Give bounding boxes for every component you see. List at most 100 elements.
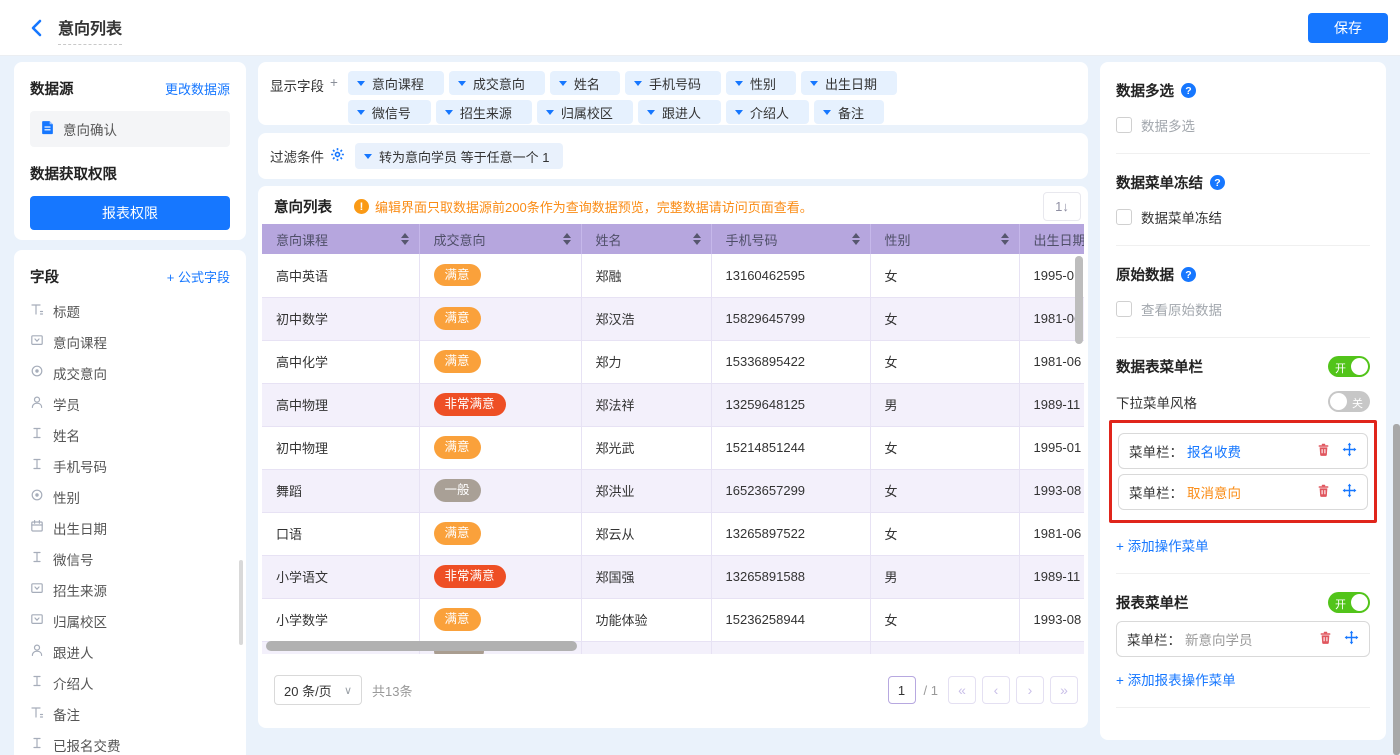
field-item-学员[interactable]: 学员 — [30, 388, 230, 419]
filter-condition-chip[interactable]: 转为意向学员 等于任意一个 1 — [355, 143, 564, 169]
field-item-备注[interactable]: 备注 — [30, 698, 230, 729]
field-item-出生日期[interactable]: 出生日期 — [30, 512, 230, 543]
field-item-已报名交费[interactable]: 已报名交费 — [30, 729, 230, 755]
table-cell: 13160462595 — [711, 254, 871, 298]
checkbox[interactable] — [1116, 301, 1132, 317]
vertical-scrollbar[interactable] — [1075, 256, 1083, 344]
raw-data-checkbox-row[interactable]: 查看原始数据 — [1116, 299, 1370, 319]
help-icon[interactable]: ? — [1181, 267, 1196, 282]
trash-icon[interactable] — [1316, 483, 1331, 501]
field-label: 标题 — [53, 304, 80, 320]
move-icon[interactable] — [1344, 630, 1359, 648]
horizontal-scrollbar[interactable] — [266, 641, 577, 651]
table-card: 意向列表 ! 编辑界面只取数据源前200条作为查询数据预览，完整数据请访问页面查… — [258, 186, 1088, 728]
add-report-action-menu-link[interactable]: + 添加报表操作菜单 — [1116, 669, 1370, 689]
prev-page-button[interactable]: ‹ — [982, 676, 1010, 704]
multi-select-checkbox-row[interactable]: 数据多选 — [1116, 115, 1370, 135]
report-permission-button[interactable]: 报表权限 — [30, 196, 230, 230]
last-page-button[interactable]: » — [1050, 676, 1078, 704]
field-item-微信号[interactable]: 微信号 — [30, 543, 230, 574]
move-icon[interactable] — [1342, 483, 1357, 501]
display-field-chip-跟进人[interactable]: 跟进人 — [637, 100, 721, 124]
field-item-意向课程[interactable]: 意向课程 — [30, 326, 230, 357]
current-datasource[interactable]: 意向确认 — [30, 111, 230, 147]
chevron-down-icon — [558, 80, 567, 86]
column-header-手机号码[interactable]: 手机号码 — [711, 224, 871, 254]
status-badge: 满意 — [433, 522, 481, 545]
add-display-field-button[interactable]: + — [330, 75, 338, 90]
table-menu-toggle[interactable]: 开 — [1328, 356, 1370, 377]
field-item-姓名[interactable]: 姓名 — [30, 419, 230, 450]
dropdown-style-toggle[interactable]: 关 — [1328, 391, 1370, 412]
status-badge: 满意 — [433, 350, 481, 373]
field-item-归属校区[interactable]: 归属校区 — [30, 605, 230, 636]
column-header-成交意向[interactable]: 成交意向 — [419, 224, 582, 254]
display-field-chip-成交意向[interactable]: 成交意向 — [448, 71, 545, 95]
column-header-性别[interactable]: 性别 — [870, 224, 1020, 254]
display-field-chip-微信号[interactable]: 微信号 — [347, 100, 431, 124]
save-button[interactable]: 保存 — [1308, 13, 1388, 43]
top-bar: 意向列表 保存 — [0, 0, 1400, 56]
next-page-button[interactable]: › — [1016, 676, 1044, 704]
display-field-chip-招生来源[interactable]: 招生来源 — [435, 100, 532, 124]
menu-bar-item-报名收费[interactable]: 菜单栏： 报名收费 — [1118, 433, 1368, 469]
checkbox[interactable] — [1116, 117, 1132, 133]
menu-item-name[interactable]: 取消意向 — [1187, 482, 1241, 502]
display-field-chip-手机号码[interactable]: 手机号码 — [624, 71, 721, 95]
menu-freeze-checkbox-row[interactable]: ✓ 数据菜单冻结 — [1116, 207, 1370, 227]
change-datasource-link[interactable]: 更改数据源 — [165, 79, 230, 98]
intent-tag-cell: 满意 — [419, 512, 582, 556]
field-item-性别[interactable]: 性别 — [30, 481, 230, 512]
field-item-手机号码[interactable]: 手机号码 — [30, 450, 230, 481]
display-field-chip-备注[interactable]: 备注 — [813, 100, 884, 124]
sort-icon[interactable] — [851, 233, 860, 245]
field-item-跟进人[interactable]: 跟进人 — [30, 636, 230, 667]
sort-icon[interactable] — [692, 233, 701, 245]
field-item-成交意向[interactable]: 成交意向 — [30, 357, 230, 388]
display-field-chip-姓名[interactable]: 姓名 — [549, 71, 620, 95]
back-icon[interactable] — [26, 16, 50, 40]
help-icon[interactable]: ? — [1210, 175, 1225, 190]
add-action-menu-link[interactable]: + 添加操作菜单 — [1116, 535, 1370, 555]
chip-row: 意向课程 成交意向 姓名 手机号码 性别 出生日期 — [347, 71, 897, 95]
chevron-down-icon — [444, 109, 453, 115]
help-icon[interactable]: ? — [1181, 83, 1196, 98]
menu-item-name[interactable]: 新意向学员 — [1185, 629, 1253, 649]
sort-icon[interactable] — [562, 233, 571, 245]
menu-bar-item-取消意向[interactable]: 菜单栏： 取消意向 — [1118, 474, 1368, 510]
page-scrollbar[interactable] — [1393, 424, 1400, 755]
page-number-input[interactable]: 1 — [887, 676, 916, 704]
table-cell: 女 — [870, 469, 1020, 513]
trash-icon[interactable] — [1316, 442, 1331, 460]
field-item-介绍人[interactable]: 介绍人 — [30, 667, 230, 698]
menu-bar-item-新意向学员[interactable]: 菜单栏： 新意向学员 — [1116, 621, 1370, 657]
page-size-select[interactable]: 20 条/页 ∨ — [274, 675, 362, 705]
sort-icon[interactable] — [400, 233, 409, 245]
table-row: 口语 满意 郑云从 13265897522 女 1981-06 — [262, 512, 1084, 556]
row-order-button[interactable]: 1↓ — [1043, 192, 1081, 221]
report-menu-toggle[interactable]: 开 — [1328, 592, 1370, 613]
menu-freeze-heading: 数据菜单冻结 — [1116, 176, 1203, 192]
chip-label: 跟进人 — [661, 105, 701, 121]
gear-icon[interactable] — [330, 147, 345, 165]
trash-icon[interactable] — [1318, 630, 1333, 648]
field-item-标题[interactable]: 标题 — [30, 295, 230, 326]
display-field-chip-归属校区[interactable]: 归属校区 — [536, 100, 633, 124]
formula-field-link[interactable]: + 公式字段 — [167, 267, 230, 286]
field-item-招生来源[interactable]: 招生来源 — [30, 574, 230, 605]
display-field-chip-性别[interactable]: 性别 — [725, 71, 796, 95]
move-icon[interactable] — [1342, 442, 1357, 460]
checkbox[interactable]: ✓ — [1116, 209, 1132, 225]
first-page-button[interactable]: « — [948, 676, 976, 704]
display-field-chip-介绍人[interactable]: 介绍人 — [725, 100, 809, 124]
select-icon — [30, 612, 44, 629]
column-header-出生日期[interactable]: 出生日期 — [1019, 224, 1084, 254]
display-field-chip-意向课程[interactable]: 意向课程 — [347, 71, 444, 95]
column-header-姓名[interactable]: 姓名 — [581, 224, 712, 254]
menu-item-name[interactable]: 报名收费 — [1187, 441, 1241, 461]
fields-scrollbar[interactable] — [239, 560, 243, 645]
sort-icon[interactable] — [1000, 233, 1009, 245]
column-header-意向课程[interactable]: 意向课程 — [262, 224, 420, 254]
chevron-down-icon — [633, 80, 642, 86]
display-field-chip-出生日期[interactable]: 出生日期 — [800, 71, 897, 95]
